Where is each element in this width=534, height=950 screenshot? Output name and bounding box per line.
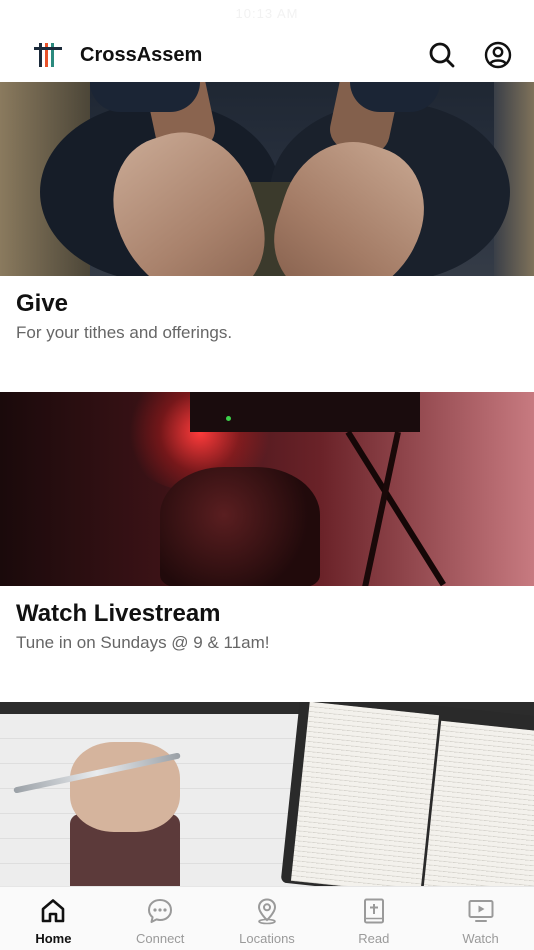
camera-red-light-photo <box>0 392 534 586</box>
app-logo-icon <box>34 41 62 69</box>
tab-label: Watch <box>462 931 499 946</box>
card-title: Watch Livestream <box>16 600 221 627</box>
tab-label: Home <box>35 931 72 946</box>
bottom-tab-bar: Home Connect Locations Read Watch <box>0 886 534 950</box>
bible-icon <box>363 898 384 924</box>
open-hands-photo <box>0 82 534 276</box>
tab-label: Read <box>358 931 390 946</box>
livestream-card[interactable]: Watch Livestream Tune in on Sundays @ 9 … <box>0 392 534 702</box>
home-icon <box>42 899 65 923</box>
tab-read[interactable]: Read <box>320 887 427 950</box>
content-feed[interactable]: Give For your tithes and offerings. Watc… <box>0 82 534 886</box>
chat-bubble-icon <box>148 899 173 923</box>
map-pin-icon <box>257 898 276 925</box>
tab-home[interactable]: Home <box>0 887 107 950</box>
tv-play-icon <box>468 900 494 922</box>
tab-label: Locations <box>239 931 295 946</box>
give-card[interactable]: Give For your tithes and offerings. <box>0 82 534 392</box>
card-body: Watch Livestream Tune in on Sundays @ 9 … <box>0 586 534 702</box>
tab-locations[interactable]: Locations <box>214 887 321 950</box>
user-circle-icon <box>484 41 512 69</box>
tab-watch[interactable]: Watch <box>427 887 534 950</box>
card-title: Give <box>16 290 69 317</box>
status-bar: 10:13 AM <box>0 0 534 28</box>
search-button[interactable] <box>426 39 458 71</box>
status-time: 10:13 AM <box>235 6 299 21</box>
app-header: CrossAssem <box>0 28 534 82</box>
read-card[interactable] <box>0 702 534 886</box>
tab-connect[interactable]: Connect <box>107 887 214 950</box>
card-body: Give For your tithes and offerings. <box>0 276 534 392</box>
tab-label: Connect <box>135 931 185 946</box>
card-subtitle: Tune in on Sundays @ 9 & 11am! <box>16 633 270 652</box>
app-title: CrossAssem <box>80 43 203 66</box>
account-button[interactable] <box>482 39 514 71</box>
bible-and-notebook-photo <box>0 702 534 886</box>
card-subtitle: For your tithes and offerings. <box>16 323 233 342</box>
search-icon <box>429 42 455 68</box>
